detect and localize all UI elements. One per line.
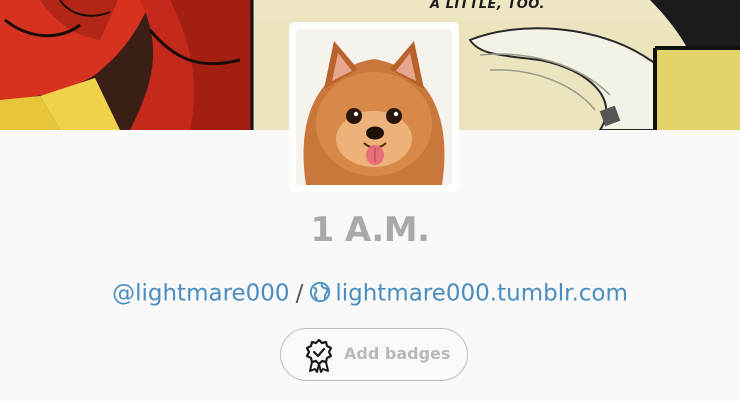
add-badges-label: Add badges	[344, 344, 451, 363]
badge-ribbon-icon	[305, 338, 333, 373]
blog-handle-link[interactable]: @lightmare000	[112, 281, 289, 307]
globe-icon	[310, 281, 331, 302]
add-badges-button[interactable]: Add badges	[280, 328, 468, 381]
link-separator: /	[295, 280, 304, 307]
banner-caption: A LITTLE, TOO.	[430, 0, 545, 12]
blog-links: @lightmare000/ lightmare000.tumblr.com	[0, 280, 740, 307]
avatar[interactable]	[289, 22, 459, 192]
blog-url-text: lightmare000.tumblr.com	[335, 280, 628, 307]
blog-url-link[interactable]: lightmare000.tumblr.com	[309, 280, 628, 307]
pomeranian-avatar-image	[296, 29, 452, 185]
blog-title: 1 A.M.	[310, 210, 430, 250]
